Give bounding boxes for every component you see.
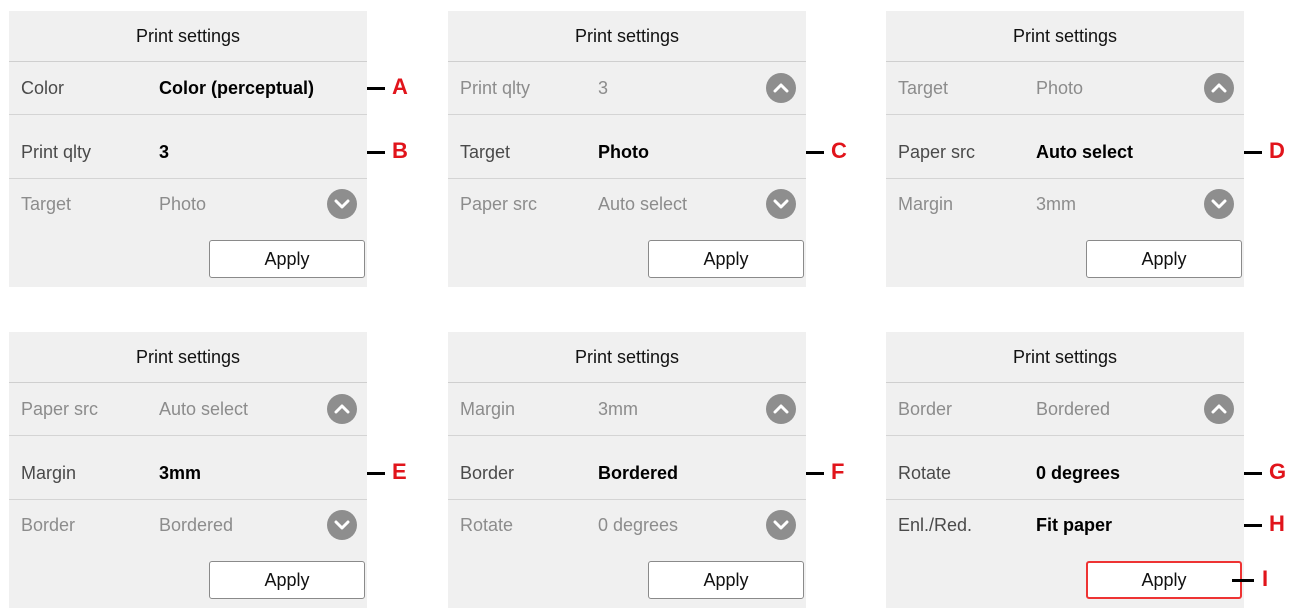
setting-label: Print qlty — [21, 142, 92, 162]
setting-value: Auto select — [159, 399, 249, 419]
setting-row[interactable]: Border Bordered — [886, 383, 1244, 436]
setting-row[interactable]: Color Color (perceptual) — [9, 62, 367, 115]
setting-label: Margin — [460, 399, 516, 419]
setting-value: Photo — [598, 142, 649, 162]
setting-label: Rotate — [898, 463, 952, 483]
setting-label: Color — [21, 78, 65, 98]
setting-value: Color (perceptual) — [159, 78, 315, 98]
setting-label: Margin — [898, 194, 954, 214]
setting-label: Border — [898, 399, 953, 419]
setting-row[interactable]: Margin 3mm — [9, 447, 367, 500]
scroll-down-icon[interactable] — [327, 189, 357, 219]
setting-value: 0 degrees — [598, 515, 679, 535]
setting-label: Rotate — [460, 515, 514, 535]
panel-title: Print settings — [886, 332, 1244, 383]
apply-button[interactable]: Apply — [209, 561, 365, 599]
print-settings-panel: Print settings Margin 3mm Border Bordered Rot… — [448, 332, 806, 608]
setting-label: Print qlty — [460, 78, 531, 98]
scroll-up-icon[interactable] — [1204, 394, 1234, 424]
print-settings-panel: Print settings Color Color (perceptual) Pri… — [9, 11, 367, 287]
setting-row[interactable]: Target Photo — [448, 126, 806, 179]
setting-value: Auto select — [1036, 142, 1134, 162]
setting-value: 0 degrees — [1036, 463, 1121, 483]
panel-title: Print settings — [886, 11, 1244, 62]
setting-label: Paper src — [898, 142, 976, 162]
print-settings-panel: Print settings Paper src Auto select Margin… — [9, 332, 367, 608]
setting-value: Bordered — [159, 515, 234, 535]
apply-button[interactable]: Apply — [648, 240, 804, 278]
setting-row[interactable]: Paper src Auto select — [448, 178, 806, 230]
callout-letter: B — [392, 138, 408, 163]
setting-row[interactable]: Border Bordered — [9, 499, 367, 551]
panel-title: Print settings — [9, 11, 367, 62]
setting-row[interactable]: Rotate 0 degrees — [448, 499, 806, 551]
apply-button[interactable]: Apply — [1086, 561, 1242, 599]
setting-value: Bordered — [1036, 399, 1111, 419]
scroll-down-icon[interactable] — [1204, 189, 1234, 219]
scroll-up-icon[interactable] — [766, 394, 796, 424]
panel-title: Print settings — [9, 332, 367, 383]
setting-row[interactable]: Paper src Auto select — [886, 126, 1244, 179]
setting-label: Border — [460, 463, 515, 483]
callout-letter: F — [831, 459, 845, 484]
setting-row[interactable]: Target Photo — [9, 178, 367, 230]
scroll-down-icon[interactable] — [327, 510, 357, 540]
setting-value: Auto select — [598, 194, 688, 214]
callout-letter: C — [831, 138, 847, 163]
print-settings-panel: Print settings Print qlty 3 Target Photo Pape… — [448, 11, 806, 287]
callout-letter: A — [392, 74, 408, 99]
apply-button[interactable]: Apply — [209, 240, 365, 278]
callout-letter: E — [392, 459, 407, 484]
setting-value: Fit paper — [1036, 515, 1113, 535]
callout-letter: D — [1269, 138, 1285, 163]
print-settings-panel: Print settings Target Photo Paper src Auto s… — [886, 11, 1244, 287]
setting-row[interactable]: Margin 3mm — [448, 383, 806, 436]
setting-row[interactable]: Print qlty 3 — [9, 126, 367, 179]
setting-row[interactable]: Target Photo — [886, 62, 1244, 115]
setting-label: Border — [21, 515, 76, 535]
setting-label: Paper src — [460, 194, 538, 214]
setting-label: Enl./Red. — [898, 515, 973, 535]
apply-button[interactable]: Apply — [1086, 240, 1242, 278]
print-settings-panel: Print settings Border Bordered Rotate 0 degr… — [886, 332, 1244, 608]
setting-row[interactable]: Border Bordered — [448, 447, 806, 500]
setting-value: 3mm — [159, 463, 202, 483]
setting-value: Bordered — [598, 463, 679, 483]
scroll-up-icon[interactable] — [766, 73, 796, 103]
apply-button[interactable]: Apply — [648, 561, 804, 599]
panel-title: Print settings — [448, 11, 806, 62]
scroll-down-icon[interactable] — [766, 510, 796, 540]
setting-row[interactable]: Enl./Red. Fit paper — [886, 499, 1244, 551]
setting-label: Target — [21, 194, 72, 214]
setting-value: Photo — [159, 194, 207, 214]
setting-value: 3 — [159, 142, 170, 162]
setting-label: Target — [898, 78, 949, 98]
setting-row[interactable]: Print qlty 3 — [448, 62, 806, 115]
setting-label: Paper src — [21, 399, 99, 419]
setting-value: 3 — [598, 78, 609, 98]
setting-value: 3mm — [1036, 194, 1076, 214]
setting-value: Photo — [1036, 78, 1084, 98]
setting-value: 3mm — [598, 399, 638, 419]
callout-line — [1232, 579, 1254, 582]
setting-row[interactable]: Paper src Auto select — [9, 383, 367, 436]
setting-label: Margin — [21, 463, 77, 483]
scroll-up-icon[interactable] — [327, 394, 357, 424]
panel-title: Print settings — [448, 332, 806, 383]
setting-row[interactable]: Rotate 0 degrees — [886, 447, 1244, 500]
scroll-up-icon[interactable] — [1204, 73, 1234, 103]
scroll-down-icon[interactable] — [766, 189, 796, 219]
callout-letter: I — [1262, 566, 1269, 591]
setting-label: Target — [460, 142, 511, 162]
callout-letter: G — [1269, 459, 1287, 484]
callout-letter: H — [1269, 511, 1285, 536]
setting-row[interactable]: Margin 3mm — [886, 178, 1244, 230]
